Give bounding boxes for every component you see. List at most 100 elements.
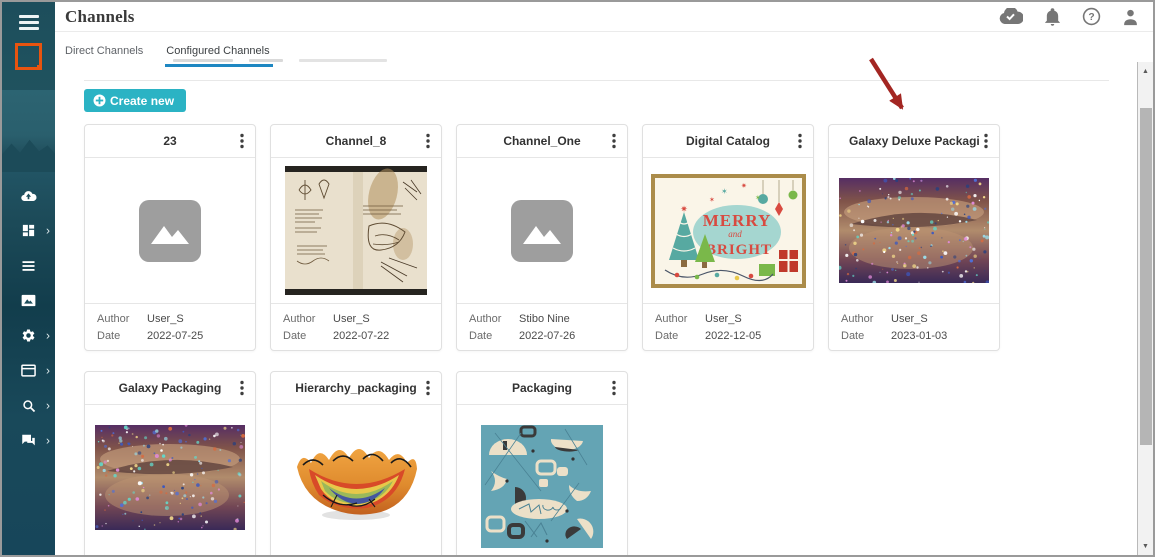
svg-text:?: ?	[1088, 12, 1094, 23]
image-assets-icon	[21, 294, 36, 307]
chevron-right-icon: ›	[46, 329, 50, 341]
davinci-sketch-image	[285, 166, 427, 295]
image-placeholder	[85, 158, 255, 303]
kebab-menu-icon	[240, 134, 244, 149]
kebab-menu-button[interactable]	[607, 130, 621, 153]
date-label: Date	[469, 328, 519, 345]
cloud-sync-icon[interactable]	[998, 8, 1023, 25]
settings-gear-icon	[21, 328, 36, 343]
cloud-upload-icon	[20, 189, 37, 203]
kebab-menu-button[interactable]	[979, 130, 993, 153]
svg-text:MERRY: MERRY	[702, 211, 771, 230]
sidebar-item-messages[interactable]: ›	[2, 423, 55, 458]
author-label: Author	[97, 311, 147, 328]
hamburger-menu-icon[interactable]	[19, 15, 39, 33]
create-new-label: Create new	[110, 94, 174, 108]
date-value: 2022-07-26	[519, 328, 575, 345]
author-value: User_S	[891, 311, 928, 328]
help-icon[interactable]: ?	[1082, 7, 1101, 26]
kebab-menu-button[interactable]	[235, 130, 249, 153]
date-value: 2023-01-03	[891, 328, 947, 345]
channel-card[interactable]: Channel_8 AuthorUser_S Date2022-07-22	[270, 124, 442, 351]
dashboard-icon	[21, 223, 36, 238]
channel-card-title: Galaxy Packaging	[119, 381, 222, 395]
card-view-icon	[21, 364, 36, 377]
author-label: Author	[469, 311, 519, 328]
author-label: Author	[283, 311, 333, 328]
galaxy-glitter-thumbnail	[85, 405, 255, 555]
channel-card-header: Galaxy Deluxe Packaging	[829, 125, 999, 158]
channel-card[interactable]: Digital Catalog MERRYandBRIGHT✷✶✷✶✶ Auth…	[642, 124, 814, 351]
scrollbar-thumb[interactable]	[1140, 108, 1152, 445]
sidebar-item-list-menu[interactable]	[2, 248, 55, 283]
kebab-menu-icon	[426, 381, 430, 396]
step-logo	[15, 43, 42, 70]
channel-card-title: Packaging	[512, 381, 572, 395]
user-profile-icon[interactable]	[1122, 8, 1139, 26]
svg-text:✷: ✷	[741, 182, 747, 190]
date-label: Date	[97, 328, 147, 345]
vertical-scrollbar[interactable]: ▲ ▼	[1137, 62, 1153, 555]
tab-bar: Direct Channels Configured Channels	[55, 32, 1153, 72]
channel-card[interactable]: Galaxy Packaging	[84, 371, 256, 555]
date-label: Date	[841, 328, 891, 345]
merry-and-bright-card-thumbnail: MERRYandBRIGHT✷✶✷✶✶	[643, 158, 813, 303]
kebab-menu-icon	[612, 134, 616, 149]
top-header: Channels ?	[55, 2, 1153, 32]
kebab-menu-button[interactable]	[421, 377, 435, 400]
channel-card-title: Channel_8	[326, 134, 387, 148]
channel-card-title: Hierarchy_packaging	[295, 381, 416, 395]
channel-card-meta: AuthorUser_S Date2022-07-25	[85, 303, 255, 350]
tab-configured-channels[interactable]: Configured Channels	[166, 45, 269, 67]
channel-card-meta: AuthorStibo Nine Date2022-07-26	[457, 303, 627, 350]
channels-scroll-area[interactable]: Create new 23 AuthorUser_S Date2022-07-2…	[55, 72, 1153, 555]
channel-card-header: Digital Catalog	[643, 125, 813, 158]
glass-bowl-image	[289, 425, 424, 529]
merry-and-bright-card-image: MERRYandBRIGHT✷✶✷✶✶	[651, 174, 806, 288]
glass-bowl-thumbnail	[271, 405, 441, 555]
author-label: Author	[841, 311, 891, 328]
channel-card-header: Channel_8	[271, 125, 441, 158]
image-placeholder-icon	[511, 200, 573, 262]
sidebar-item-settings-gear[interactable]: ›	[2, 318, 55, 353]
scroll-down-arrow-icon[interactable]: ▼	[1138, 539, 1153, 553]
author-label: Author	[655, 311, 705, 328]
date-value: 2022-12-05	[705, 328, 761, 345]
channel-card-meta: AuthorUser_S Date2022-07-22	[271, 303, 441, 350]
scroll-up-arrow-icon[interactable]: ▲	[1138, 64, 1153, 78]
channel-card[interactable]: 23 AuthorUser_S Date2022-07-25	[84, 124, 256, 351]
channel-card[interactable]: Packaging	[456, 371, 628, 555]
kebab-menu-button[interactable]	[607, 377, 621, 400]
create-new-button[interactable]: Create new	[84, 89, 186, 112]
channel-card[interactable]: Galaxy Deluxe Packaging AuthorUser_S Dat…	[828, 124, 1000, 351]
channel-card-header: Channel_One	[457, 125, 627, 158]
app-window: › › › › › Channels ? Direct Channels Configur…	[0, 0, 1155, 557]
channel-card[interactable]: Channel_One AuthorStibo Nine Date2022-07…	[456, 124, 628, 351]
channel-card[interactable]: Hierarchy_packaging	[270, 371, 442, 555]
plus-icon	[93, 94, 106, 107]
kebab-menu-button[interactable]	[421, 130, 435, 153]
chevron-right-icon: ›	[46, 364, 50, 376]
kebab-menu-button[interactable]	[235, 377, 249, 400]
author-value: Stibo Nine	[519, 311, 570, 328]
kebab-menu-button[interactable]	[793, 130, 807, 153]
sidebar-item-image-assets[interactable]	[2, 283, 55, 318]
chevron-right-icon: ›	[46, 399, 50, 411]
sidebar-background-image	[2, 90, 55, 172]
author-value: User_S	[705, 311, 742, 328]
date-label: Date	[283, 328, 333, 345]
sidebar-item-search[interactable]: ›	[2, 388, 55, 423]
channel-card-header: Packaging	[457, 372, 627, 405]
author-value: User_S	[333, 311, 370, 328]
kebab-menu-icon	[426, 134, 430, 149]
tab-direct-channels[interactable]: Direct Channels	[65, 45, 143, 67]
sidebar-item-card-view[interactable]: ›	[2, 353, 55, 388]
sidebar: › › › › ›	[2, 2, 55, 555]
divider	[84, 80, 1109, 81]
svg-text:✶: ✶	[709, 196, 715, 204]
notifications-bell-icon[interactable]	[1044, 7, 1061, 26]
sidebar-item-cloud-upload[interactable]	[2, 178, 55, 213]
svg-text:✷: ✷	[680, 204, 688, 214]
sidebar-item-dashboard[interactable]: ›	[2, 213, 55, 248]
kebab-menu-icon	[984, 134, 988, 149]
